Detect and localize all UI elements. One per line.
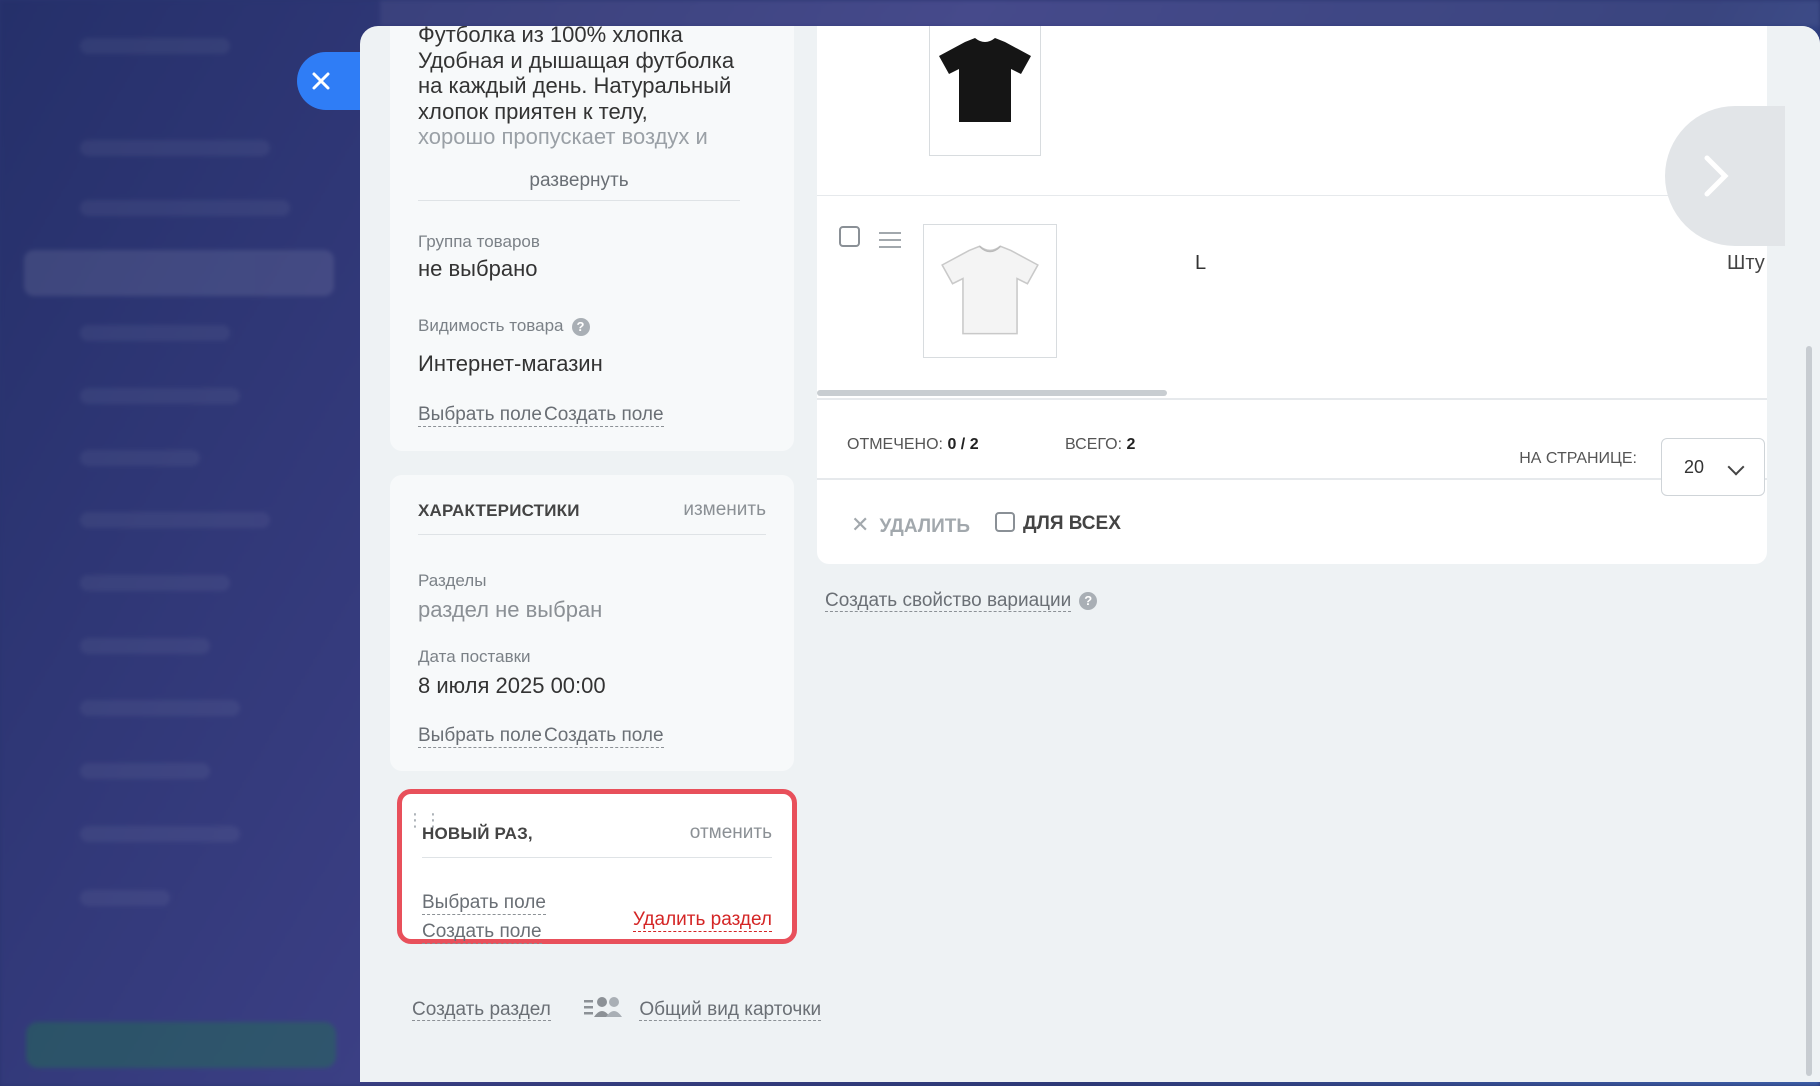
total-count: ВСЕГО: 2 [1065,436,1136,453]
chevron-down-icon [1727,458,1745,476]
sections-value[interactable]: раздел не выбран [418,597,602,623]
row-checkbox[interactable] [839,226,860,247]
visibility-value[interactable]: Интернет-магазин [418,351,603,377]
background-sidebar [0,0,360,1086]
variations-table: L Шту ОТМЕЧЕНО: 0 / 2 ВСЕГО: 2 НА СТРАНИ… [817,26,1767,564]
cancel-new-section-link[interactable]: отменить [690,822,772,844]
expand-description-link[interactable]: развернуть [418,170,740,201]
create-field-link[interactable]: Создать поле [422,921,542,944]
table-footer: ОТМЕЧЕНО: 0 / 2 ВСЕГО: 2 НА СТРАНИЦЕ: 20 [817,398,1767,496]
bottom-links: Создать раздел Общий вид карточки [412,995,822,1025]
create-variation-property: Создать свойство вариации? [825,590,1098,612]
users-icon [584,995,624,1025]
black-tshirt-image [939,38,1031,122]
per-page-label: НА СТРАНИЦЕ: [1519,450,1637,467]
characteristics-card: ХАРАКТЕРИСТИКИ изменить Разделы раздел н… [390,475,794,771]
choose-field-link[interactable]: Выбрать поле [422,892,546,915]
product-image[interactable] [929,26,1041,156]
table-row[interactable]: L Шту [817,196,1767,396]
close-icon [312,72,330,90]
for-all-checkbox-box[interactable] [995,512,1015,532]
characteristics-title: ХАРАКТЕРИСТИКИ [418,501,580,520]
delivery-date-value[interactable]: 8 июля 2025 00:00 [418,673,606,699]
create-section-link[interactable]: Создать раздел [412,999,551,1021]
visibility-label: Видимость товара? [418,316,590,336]
card-view-link[interactable]: Общий вид карточки [639,999,822,1021]
product-image[interactable] [923,224,1057,358]
new-section-header: НОВЫЙ РАЗ, отменить [422,822,772,858]
product-slider-panel: Футболка из 100% хлопка Удобная и дышаща… [360,26,1820,1082]
create-field-link[interactable]: Создать поле [544,404,664,427]
close-icon: ✕ [851,512,870,537]
white-tshirt-image [941,245,1039,335]
table-actions: ✕ УДАЛИТЬ ДЛЯ ВСЕХ [817,482,1767,564]
table-row[interactable] [817,26,1767,196]
variation-unit[interactable]: Шту [1727,252,1765,275]
new-section-title-input[interactable]: НОВЫЙ РАЗ, [422,824,533,844]
choose-field-link[interactable]: Выбрать поле [418,404,542,427]
chevron-right-icon [1704,155,1729,197]
new-section-card: ⋮⋮ НОВЫЙ РАЗ, отменить Выбрать поле Созд… [397,789,797,944]
product-group-label: Группа товаров [418,232,540,251]
sections-label: Разделы [418,571,487,590]
product-group-value[interactable]: не выбрано [418,256,537,282]
question-circle-icon[interactable]: ? [1079,591,1098,610]
horizontal-scrollbar[interactable] [817,390,1167,396]
background-topbar [380,0,1820,26]
delete-button[interactable]: ✕ УДАЛИТЬ [851,512,970,538]
question-circle-icon[interactable]: ? [571,317,590,336]
scrollbar-thumb[interactable] [1806,346,1812,1076]
main-info-card: Футболка из 100% хлопка Удобная и дышаща… [390,26,794,451]
selected-count: ОТМЕЧЕНО: 0 / 2 [847,436,979,453]
create-variation-property-link[interactable]: Создать свойство вариации [825,590,1072,612]
delivery-date-label: Дата поставки [418,647,531,666]
drag-handle-icon[interactable]: ⋮⋮ [406,811,442,829]
delete-section-link[interactable]: Удалить раздел [632,909,772,932]
vertical-scrollbar[interactable] [1792,26,1820,1082]
characteristics-header: ХАРАКТЕРИСТИКИ изменить [418,499,766,535]
choose-field-link[interactable]: Выбрать поле [418,725,542,748]
row-drag-icon[interactable] [879,232,901,253]
edit-characteristics-link[interactable]: изменить [683,499,766,521]
product-description: Футболка из 100% хлопка Удобная и дышаща… [418,26,735,149]
create-field-link[interactable]: Создать поле [544,725,664,748]
variation-size[interactable]: L [1195,252,1206,275]
for-all-checkbox[interactable]: ДЛЯ ВСЕХ [995,512,1121,535]
